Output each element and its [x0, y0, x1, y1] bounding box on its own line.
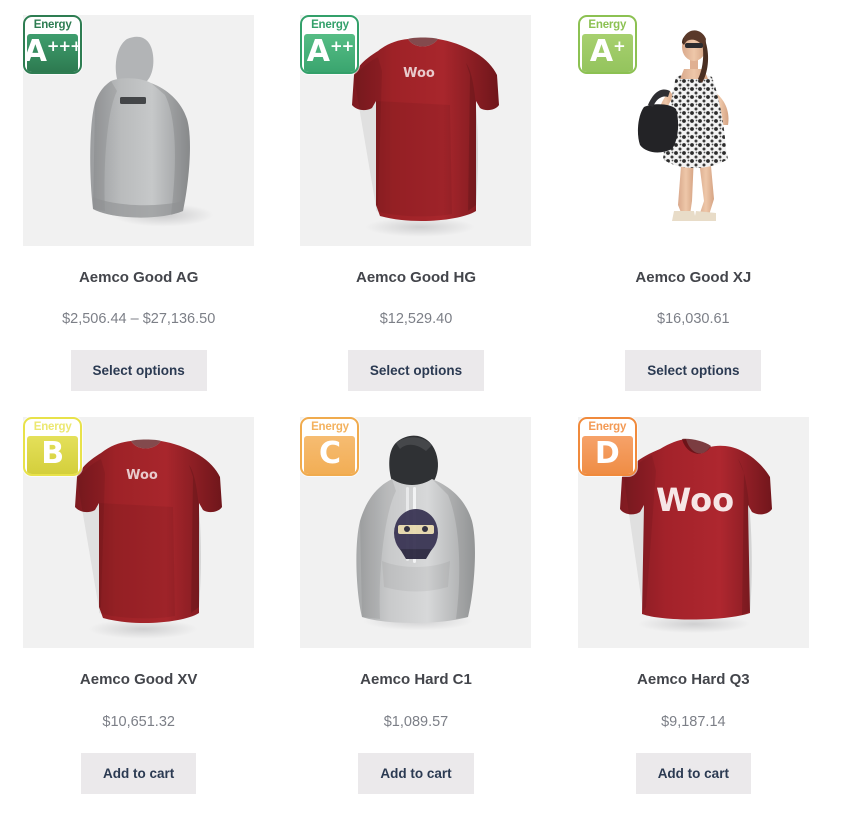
energy-badge-plate: B [27, 436, 79, 475]
add-to-cart-button[interactable]: Select options [347, 350, 485, 392]
energy-badge-plate: A +++ [23, 34, 80, 72]
add-to-cart-button[interactable]: Add to cart [635, 752, 751, 794]
product-price: $10,651.32 [102, 713, 175, 730]
energy-rating-badge: Energy D [577, 417, 637, 477]
product-price: $16,030.61 [657, 311, 730, 328]
product-image-link[interactable]: Woo Energy B [23, 417, 255, 649]
add-to-cart-button[interactable]: Select options [625, 350, 762, 392]
energy-rating-badge: Energy B [23, 417, 83, 477]
product-card[interactable]: Woo Energy B Aemco Good XV $10,651.32 Ad… [0, 417, 277, 794]
product-card[interactable]: Energy C Aemco Hard C1 $1,089.57 Add to … [277, 417, 554, 794]
product-title[interactable]: Aemco Good HG [356, 268, 476, 288]
product-title[interactable]: Aemco Good XV [80, 670, 198, 690]
add-to-cart-button[interactable]: Add to cart [358, 752, 474, 794]
energy-rating-badge: Energy A +++ [23, 15, 83, 74]
energy-badge-grade: D [594, 436, 620, 472]
energy-rating-badge: Energy A ++ [300, 15, 360, 74]
product-title[interactable]: Aemco Hard C1 [360, 670, 472, 690]
energy-badge-plate: D [581, 436, 633, 475]
product-image-link[interactable]: Woo Energy D [577, 417, 809, 649]
product-price: $1,089.57 [383, 713, 449, 730]
add-to-cart-button[interactable]: Select options [70, 350, 207, 392]
product-image-link[interactable]: Energy A + [577, 15, 809, 246]
product-price: $9,187.14 [661, 713, 726, 730]
svg-text:Woo: Woo [126, 468, 158, 483]
energy-badge-plate: C [304, 436, 356, 475]
svg-text:Woo: Woo [656, 481, 734, 519]
energy-badge-plate: A + [581, 34, 633, 72]
add-to-cart-button[interactable]: Add to cart [81, 752, 197, 794]
product-card[interactable]: Woo Energy D Aemco Hard Q3 $9,187.14 Add… [555, 417, 832, 794]
energy-badge-grade: B [41, 436, 65, 472]
energy-badge-grade: A [306, 34, 331, 69]
energy-badge-grade: A [23, 34, 47, 69]
svg-text:Woo: Woo [404, 66, 436, 81]
energy-rating-badge: Energy A + [577, 15, 637, 74]
product-title[interactable]: Aemco Good XJ [635, 268, 751, 288]
product-card[interactable]: Energy A + Aemco Good XJ $16,030.61 Selec… [555, 15, 832, 392]
energy-badge-plus: +++ [46, 36, 82, 55]
energy-badge-label: Energy [311, 421, 349, 434]
product-image-link[interactable]: Woo Energy A ++ [300, 15, 532, 246]
product-card[interactable]: Energy A +++ Aemco Good AG $2,506.44 – $2… [0, 15, 277, 392]
product-title[interactable]: Aemco Good AG [79, 268, 198, 288]
product-grid: Energy A +++ Aemco Good AG $2,506.44 – $2… [0, 0, 848, 820]
product-card[interactable]: Woo Energy A ++ Aemco Good HG $12,529.40 … [277, 15, 554, 392]
energy-badge-plate: A ++ [304, 34, 356, 72]
energy-badge-plus: ++ [330, 36, 354, 55]
product-price: $12,529.40 [379, 311, 453, 328]
product-title[interactable]: Aemco Hard Q3 [637, 670, 750, 690]
energy-badge-grade: A [589, 34, 614, 69]
energy-badge-plus: + [613, 36, 626, 55]
energy-badge-label: Energy [588, 421, 627, 434]
product-price: $2,506.44 – $27,136.50 [62, 311, 216, 328]
energy-rating-badge: Energy C [300, 417, 360, 477]
energy-badge-label: Energy [33, 421, 72, 434]
product-image-link[interactable]: Energy A +++ [23, 15, 255, 246]
energy-badge-label: Energy [588, 19, 627, 31]
product-image-link[interactable]: Energy C [300, 417, 532, 649]
energy-badge-label: Energy [33, 19, 72, 31]
energy-badge-grade: C [318, 436, 341, 472]
energy-badge-label: Energy [311, 19, 349, 31]
